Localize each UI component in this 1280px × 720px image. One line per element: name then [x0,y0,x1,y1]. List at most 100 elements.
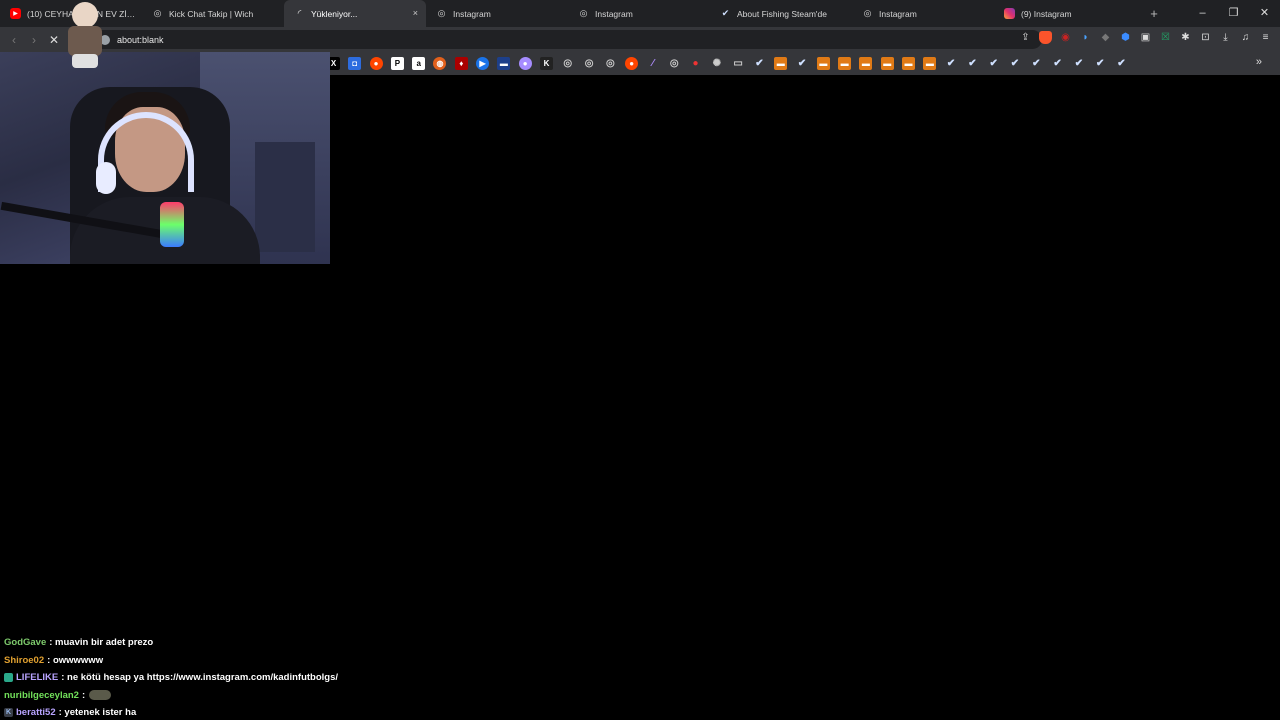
tab-search-icon[interactable]: ⊡ [1199,31,1212,44]
orange-bookmark-icon[interactable]: ▬ [902,57,916,70]
restore-button[interactable]: ❐ [1218,0,1249,27]
toolbar: ‹ › ✕ about:blank ⇪ ◉ ◗ ◆ ⬢ ▣ ☒ ✱ ⊡ ⤓ ♫ … [0,27,1280,52]
orange-bookmark-icon[interactable]: ▬ [838,57,852,70]
background-shelf [255,142,315,252]
close-window-button[interactable]: ✕ [1249,0,1280,27]
tab-instagram-4[interactable]: (9) Instagram [994,0,1136,27]
globe-icon: ◎ [153,8,162,18]
play-bookmark-icon[interactable]: ▶ [476,57,490,70]
reddit-bookmark-icon[interactable]: ● [625,57,639,70]
extension-icon[interactable]: ⬢ [1119,31,1132,44]
url-text: about:blank [117,34,164,45]
tab-kick-chat[interactable]: ◎ Kick Chat Takip | Wich [142,0,284,27]
steam-bookmark-icon[interactable]: ✔ [1115,57,1128,70]
minimize-button[interactable]: – [1187,0,1218,27]
globe-bookmark-icon[interactable]: ◎ [604,57,617,70]
steam-bookmark-icon[interactable]: ✔ [753,57,766,70]
chat-message: GodGave : muavin bir adet prezo [4,634,504,652]
ublock-icon[interactable]: ◉ [1059,31,1072,44]
tab-instagram-1[interactable]: ◎ Instagram [426,0,568,27]
tab-steam[interactable]: ✔ About Fishing Steam'de [710,0,852,27]
forward-button[interactable]: › [24,33,44,47]
orange-bookmark-icon[interactable]: ▬ [880,57,894,70]
bookmark-icon[interactable]: ▬ [497,57,511,70]
steam-bookmark-icon[interactable]: ✔ [966,57,979,70]
globe-bookmark-icon[interactable]: ◎ [668,57,681,70]
folder-icon[interactable]: ▭ [732,57,745,70]
chat-text: : ne kötü hesap ya https://www.instagram… [61,672,339,684]
bookmark-icon[interactable]: ◍ [433,57,447,70]
instagram-icon [1004,8,1015,19]
more-bookmarks-icon[interactable]: » [1256,56,1262,68]
steam-bookmark-icon[interactable]: ✔ [1072,57,1085,70]
bookmark-icon[interactable]: ◘ [348,57,362,70]
orange-bookmark-icon[interactable]: ▬ [774,57,788,70]
loading-icon: ◜ [297,8,302,18]
orange-bookmark-icon[interactable]: ▬ [859,57,873,70]
media-controls-icon[interactable]: ♫ [1239,31,1252,44]
chat-message: nuribilgeceylan2 : [4,687,504,705]
share-icon[interactable]: ⇪ [1019,31,1032,44]
extension-icon[interactable]: ▣ [1139,31,1152,44]
back-button[interactable]: ‹ [4,33,24,47]
steam-bookmark-icon[interactable]: ✔ [1094,57,1107,70]
chat-text: : muavin bir adet prezo [49,637,154,649]
tab-strip: ▶ (10) CEYHAN ... AN EV ZİYA ◎ Kick Chat… [0,0,1280,27]
new-tab-button[interactable]: + [1140,6,1168,21]
steam-bookmark-icon[interactable]: ✔ [987,57,1000,70]
globe-icon: ◎ [579,8,588,18]
chat-username: LIFELIKE [16,672,59,684]
chat-message: Shiroe02 : owwwwww [4,652,504,670]
globe-bookmark-icon[interactable]: ◎ [561,57,574,70]
webcam-overlay [0,52,330,264]
steam-bookmark-icon[interactable]: ✔ [1051,57,1064,70]
steam-bookmark-icon[interactable]: ✔ [796,57,809,70]
chat-overlay: GodGave : muavin bir adet prezo Shiroe02… [4,634,504,720]
window-controls: – ❐ ✕ [1187,0,1280,27]
orange-bookmark-icon[interactable]: ▬ [816,57,830,70]
steam-bookmark-icon[interactable]: ✔ [945,57,958,70]
extension-icon[interactable]: ◆ [1099,31,1112,44]
amazon-bookmark-icon[interactable]: a [412,57,426,70]
download-icon[interactable]: ⤓ [1219,31,1232,44]
globe-icon: ◎ [863,8,872,18]
stop-loading-button[interactable]: ✕ [44,33,64,47]
reddit-bookmark-icon[interactable]: ● [369,57,383,70]
steam-bookmark-icon[interactable]: ✔ [1030,57,1043,70]
steam-icon: ✔ [721,8,730,18]
extensions-puzzle-icon[interactable]: ✱ [1179,31,1192,44]
kick-bookmark-icon[interactable]: K [539,57,553,70]
youtube-icon: ▶ [10,8,21,19]
kick-icon: K [4,708,13,718]
feather-bookmark-icon[interactable]: ⁄ [646,57,659,70]
chat-message: LIFELIKE : ne kötü hesap ya https://www.… [4,669,504,687]
openai-bookmark-icon[interactable]: ✺ [710,57,723,70]
tab-title: Instagram [879,8,917,19]
bookmark-icon[interactable]: ● [689,57,702,70]
tab-instagram-3[interactable]: ◎ Instagram [852,0,994,27]
headset-earcup [96,162,116,194]
toolbar-actions: ⇪ ◉ ◗ ◆ ⬢ ▣ ☒ ✱ ⊡ ⤓ ♫ ≡ [1019,31,1272,44]
animated-sticker [62,2,106,72]
emote-icon [89,690,112,701]
p-bookmark-icon[interactable]: P [390,57,404,70]
audio-extension-icon[interactable]: ◗ [1079,31,1092,44]
brave-shields-icon[interactable] [1039,31,1052,44]
chat-text: : [81,689,86,701]
globe-bookmark-icon[interactable]: ◎ [583,57,596,70]
close-tab-icon[interactable]: × [413,8,418,18]
bookmarks-row: X ◘ ● P a ◍ ♦ ▶ ▬ ● K ◎ ◎ ◎ ● ⁄ ◎ ● ✺ ▭ … [327,57,1128,70]
chat-username: beratti52 [16,707,56,719]
address-bar[interactable]: about:blank [92,30,1042,49]
excel-extension-icon[interactable]: ☒ [1159,31,1172,44]
tab-title: Instagram [453,8,491,19]
tab-title: Kick Chat Takip | Wich [169,8,254,19]
tab-instagram-2[interactable]: ◎ Instagram [568,0,710,27]
chat-username: GodGave [4,637,47,649]
bookmark-icon[interactable]: ● [518,57,532,70]
menu-icon[interactable]: ≡ [1259,31,1272,44]
bookmark-icon[interactable]: ♦ [454,57,468,70]
tab-loading[interactable]: ◜ Yükleniyor... × [284,0,426,27]
steam-bookmark-icon[interactable]: ✔ [1009,57,1022,70]
orange-bookmark-icon[interactable]: ▬ [923,57,937,70]
